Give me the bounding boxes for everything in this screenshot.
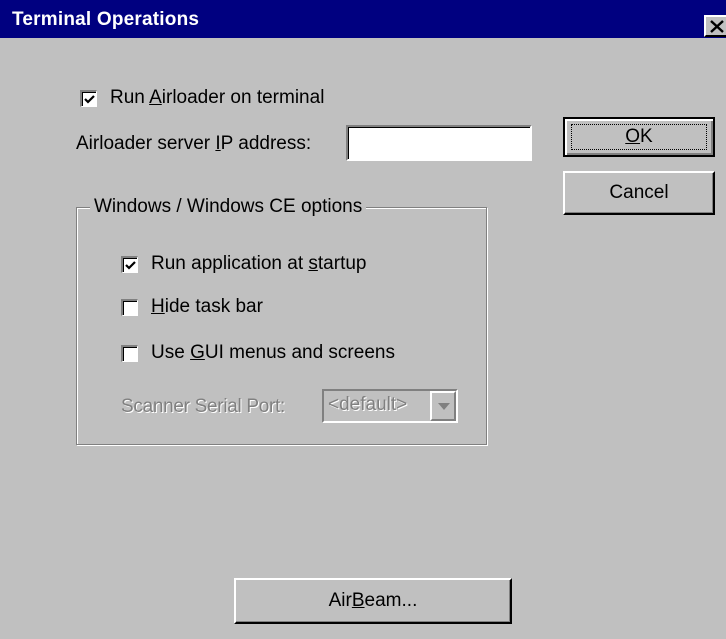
server-ip-input[interactable] xyxy=(346,125,532,161)
run-app-label: Run application at startup xyxy=(151,253,367,274)
run-airloader-label: Run Airloader on terminal xyxy=(110,87,325,108)
run-app-checkbox[interactable] xyxy=(121,255,138,273)
title-bar: Terminal Operations xyxy=(0,0,726,38)
airbeam-button[interactable]: AirBeam... xyxy=(234,578,512,624)
run-airloader-checkbox-row[interactable]: Run Airloader on terminal xyxy=(80,87,324,109)
dropdown-arrow-icon xyxy=(438,403,450,410)
ok-button[interactable]: OK xyxy=(563,117,715,157)
server-ip-label: Airloader server IP address: xyxy=(76,133,312,154)
cancel-label: Cancel xyxy=(609,182,669,203)
dropdown-button xyxy=(430,391,456,421)
hide-taskbar-checkbox[interactable] xyxy=(121,298,138,316)
gui-menus-checkbox-row[interactable]: Use GUI menus and screens xyxy=(121,342,395,364)
hide-taskbar-label: Hide task bar xyxy=(151,296,263,317)
focus-rect xyxy=(571,124,707,150)
group-title: Windows / Windows CE options xyxy=(90,196,367,218)
gui-menus-checkbox[interactable] xyxy=(121,344,138,362)
close-icon xyxy=(710,20,724,33)
run-app-checkbox-row[interactable]: Run application at startup xyxy=(121,253,366,275)
airbeam-label: AirBeam... xyxy=(328,590,418,611)
scanner-port-select: <default> xyxy=(322,389,458,423)
checkmark-icon xyxy=(125,260,136,270)
checkmark-icon xyxy=(84,94,95,104)
close-button[interactable] xyxy=(704,15,726,37)
hide-taskbar-checkbox-row[interactable]: Hide task bar xyxy=(121,296,263,318)
gui-menus-label: Use GUI menus and screens xyxy=(151,342,395,363)
window-title: Terminal Operations xyxy=(12,9,200,30)
scanner-port-value: <default> xyxy=(328,394,408,415)
run-airloader-checkbox[interactable] xyxy=(80,89,97,107)
scanner-port-label: Scanner Serial Port: xyxy=(121,396,286,417)
cancel-button[interactable]: Cancel xyxy=(563,171,715,215)
